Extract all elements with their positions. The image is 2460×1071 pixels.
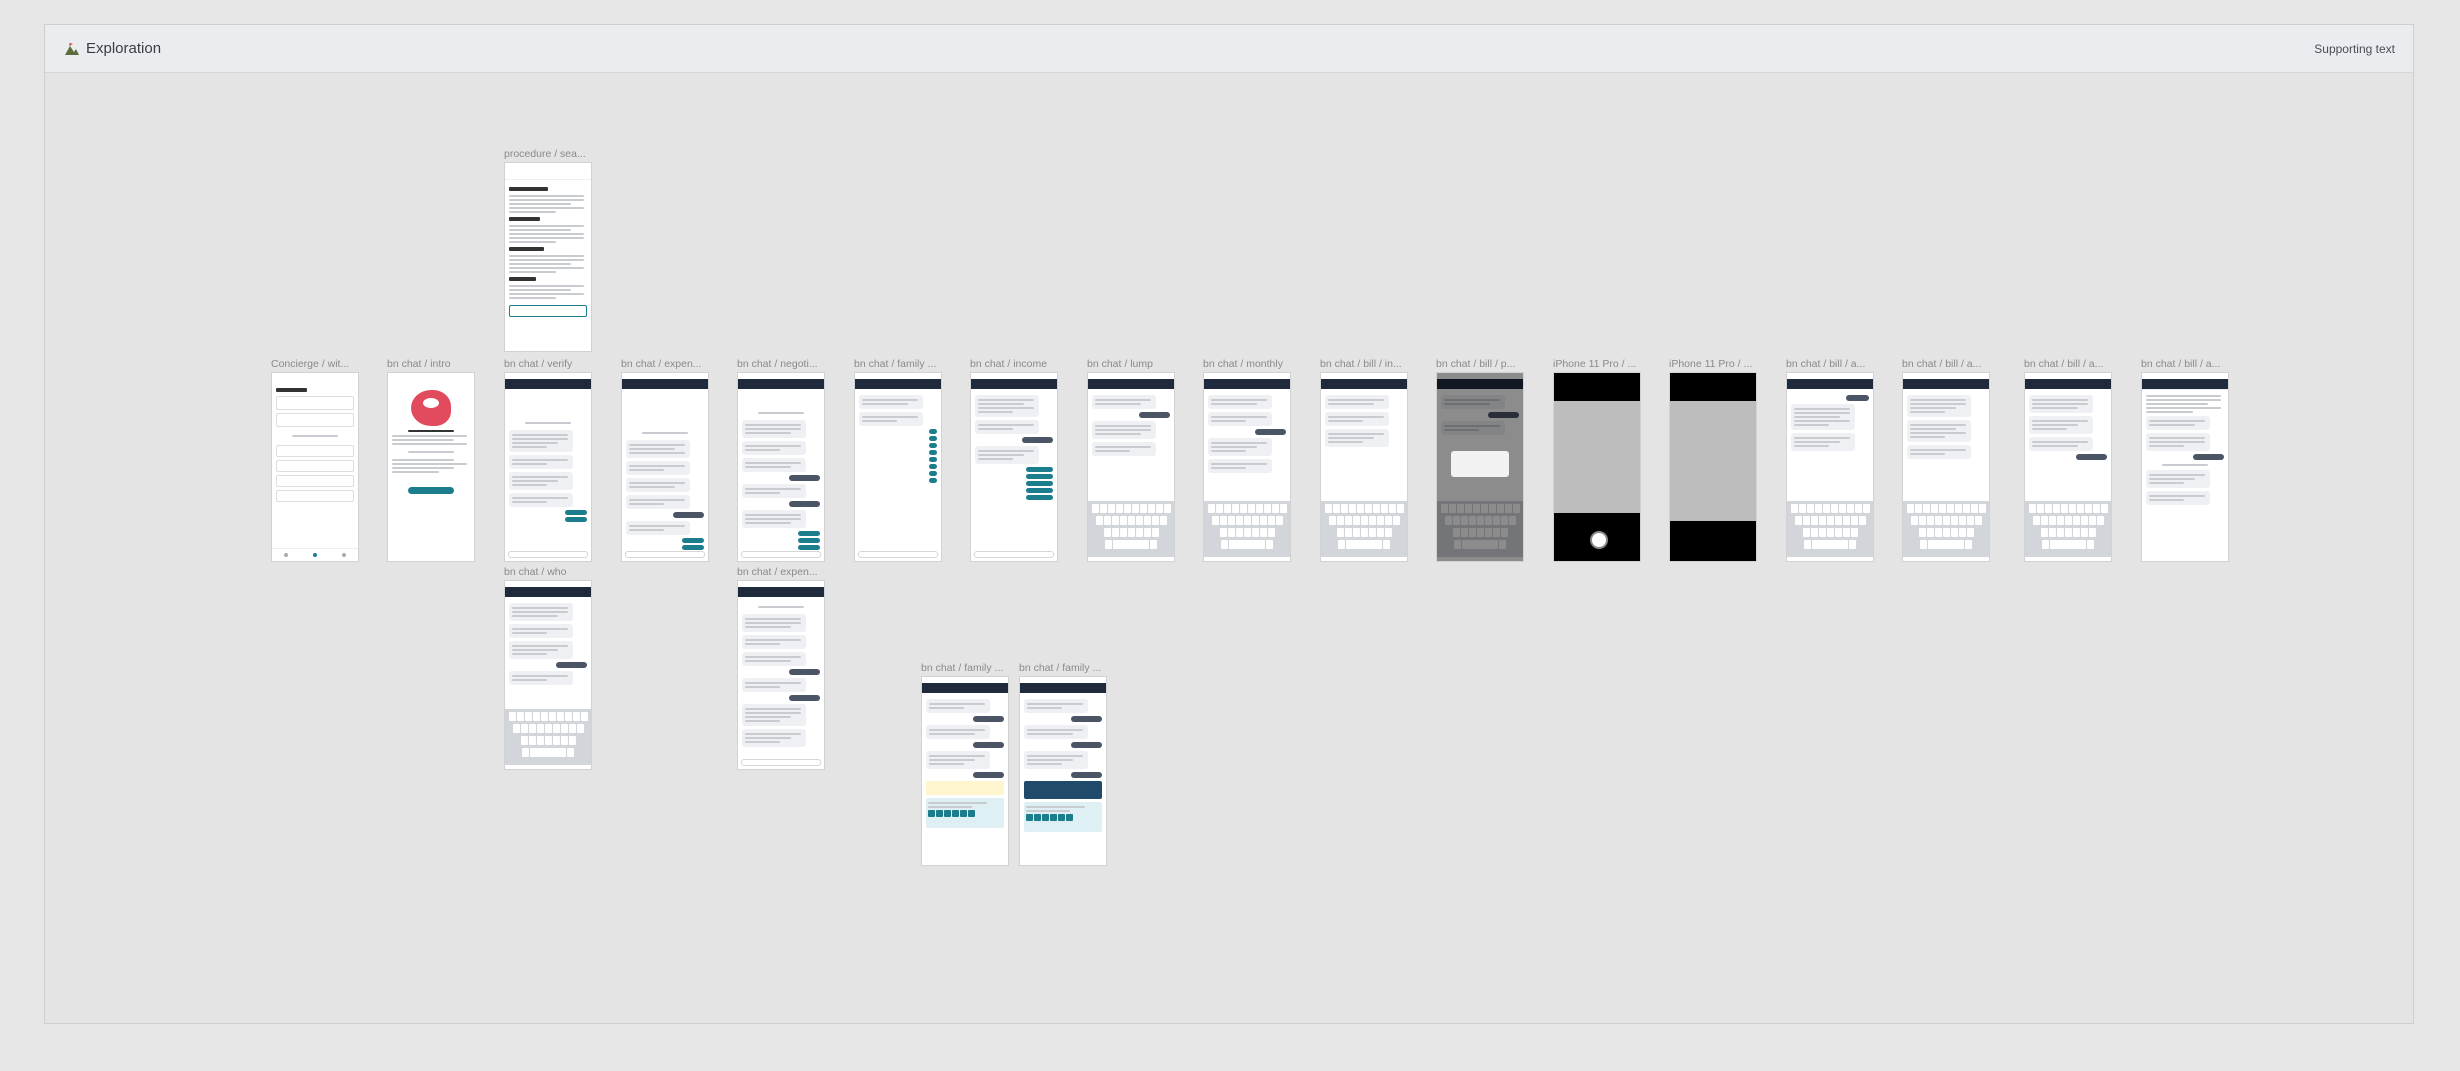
frame-label-iphone2[interactable]: iPhone 11 Pro / ... — [1669, 358, 1761, 370]
frame-label-bill-a1[interactable]: bn chat / bill / a... — [1786, 358, 1878, 370]
frame-label-expen2[interactable]: bn chat / expen... — [737, 566, 829, 578]
frame-label-intro[interactable]: bn chat / intro — [387, 358, 479, 370]
mountain-flag-icon — [65, 42, 79, 55]
page-title: Exploration — [86, 40, 162, 57]
frame-bill-in[interactable] — [1320, 372, 1408, 562]
frame-bill-a1[interactable] — [1786, 372, 1874, 562]
mascot-illustration — [411, 390, 451, 426]
frame-label-lump[interactable]: bn chat / lump — [1087, 358, 1179, 370]
frame-bill-a3[interactable] — [2024, 372, 2112, 562]
frame-label-income[interactable]: bn chat / income — [970, 358, 1062, 370]
frame-label-iphone1[interactable]: iPhone 11 Pro / ... — [1553, 358, 1645, 370]
frame-procedure[interactable] — [504, 162, 592, 352]
frame-family2[interactable] — [921, 676, 1009, 866]
frame-label-procedure[interactable]: procedure / sea... — [504, 148, 596, 160]
frame-label-verify[interactable]: bn chat / verify — [504, 358, 596, 370]
frame-label-bill-a2[interactable]: bn chat / bill / a... — [1902, 358, 1994, 370]
frame-expen2[interactable] — [737, 580, 825, 770]
frame-label-family2[interactable]: bn chat / family ... — [921, 662, 1013, 674]
frame-label-family3[interactable]: bn chat / family ... — [1019, 662, 1111, 674]
design-canvas[interactable]: Exploration Supporting text procedure / … — [44, 24, 2414, 1024]
frame-label-bill-a4[interactable]: bn chat / bill / a... — [2141, 358, 2233, 370]
frame-label-bill-in[interactable]: bn chat / bill / in... — [1320, 358, 1412, 370]
frame-label-bill-p[interactable]: bn chat / bill / p... — [1436, 358, 1528, 370]
frame-iphone1-camera[interactable] — [1553, 372, 1641, 562]
frame-concierge[interactable] — [271, 372, 359, 562]
frame-iphone2-camera[interactable] — [1669, 372, 1757, 562]
frame-label-family1[interactable]: bn chat / family ... — [854, 358, 946, 370]
frame-income[interactable] — [970, 372, 1058, 562]
frame-family1[interactable] — [854, 372, 942, 562]
frame-label-expen1[interactable]: bn chat / expen... — [621, 358, 713, 370]
frame-verify[interactable] — [504, 372, 592, 562]
canvas-header: Exploration Supporting text — [45, 25, 2413, 73]
shutter-button — [1590, 531, 1608, 549]
frame-label-who[interactable]: bn chat / who — [504, 566, 596, 578]
camera-permission-dialog — [1451, 451, 1509, 477]
frame-bill-p[interactable] — [1436, 372, 1524, 562]
frame-label-monthly[interactable]: bn chat / monthly — [1203, 358, 1295, 370]
frame-bill-a4[interactable] — [2141, 372, 2229, 562]
frame-label-negoti[interactable]: bn chat / negoti... — [737, 358, 829, 370]
frame-expen1[interactable] — [621, 372, 709, 562]
frame-label-bill-a3[interactable]: bn chat / bill / a... — [2024, 358, 2116, 370]
frame-bill-a2[interactable] — [1902, 372, 1990, 562]
frame-family3[interactable] — [1019, 676, 1107, 866]
frame-label-concierge[interactable]: Concierge / wit... — [271, 358, 363, 370]
frame-monthly[interactable] — [1203, 372, 1291, 562]
frame-who[interactable] — [504, 580, 592, 770]
supporting-text: Supporting text — [2314, 41, 2395, 56]
frame-intro[interactable] — [387, 372, 475, 562]
frame-lump[interactable] — [1087, 372, 1175, 562]
frame-negoti[interactable] — [737, 372, 825, 562]
